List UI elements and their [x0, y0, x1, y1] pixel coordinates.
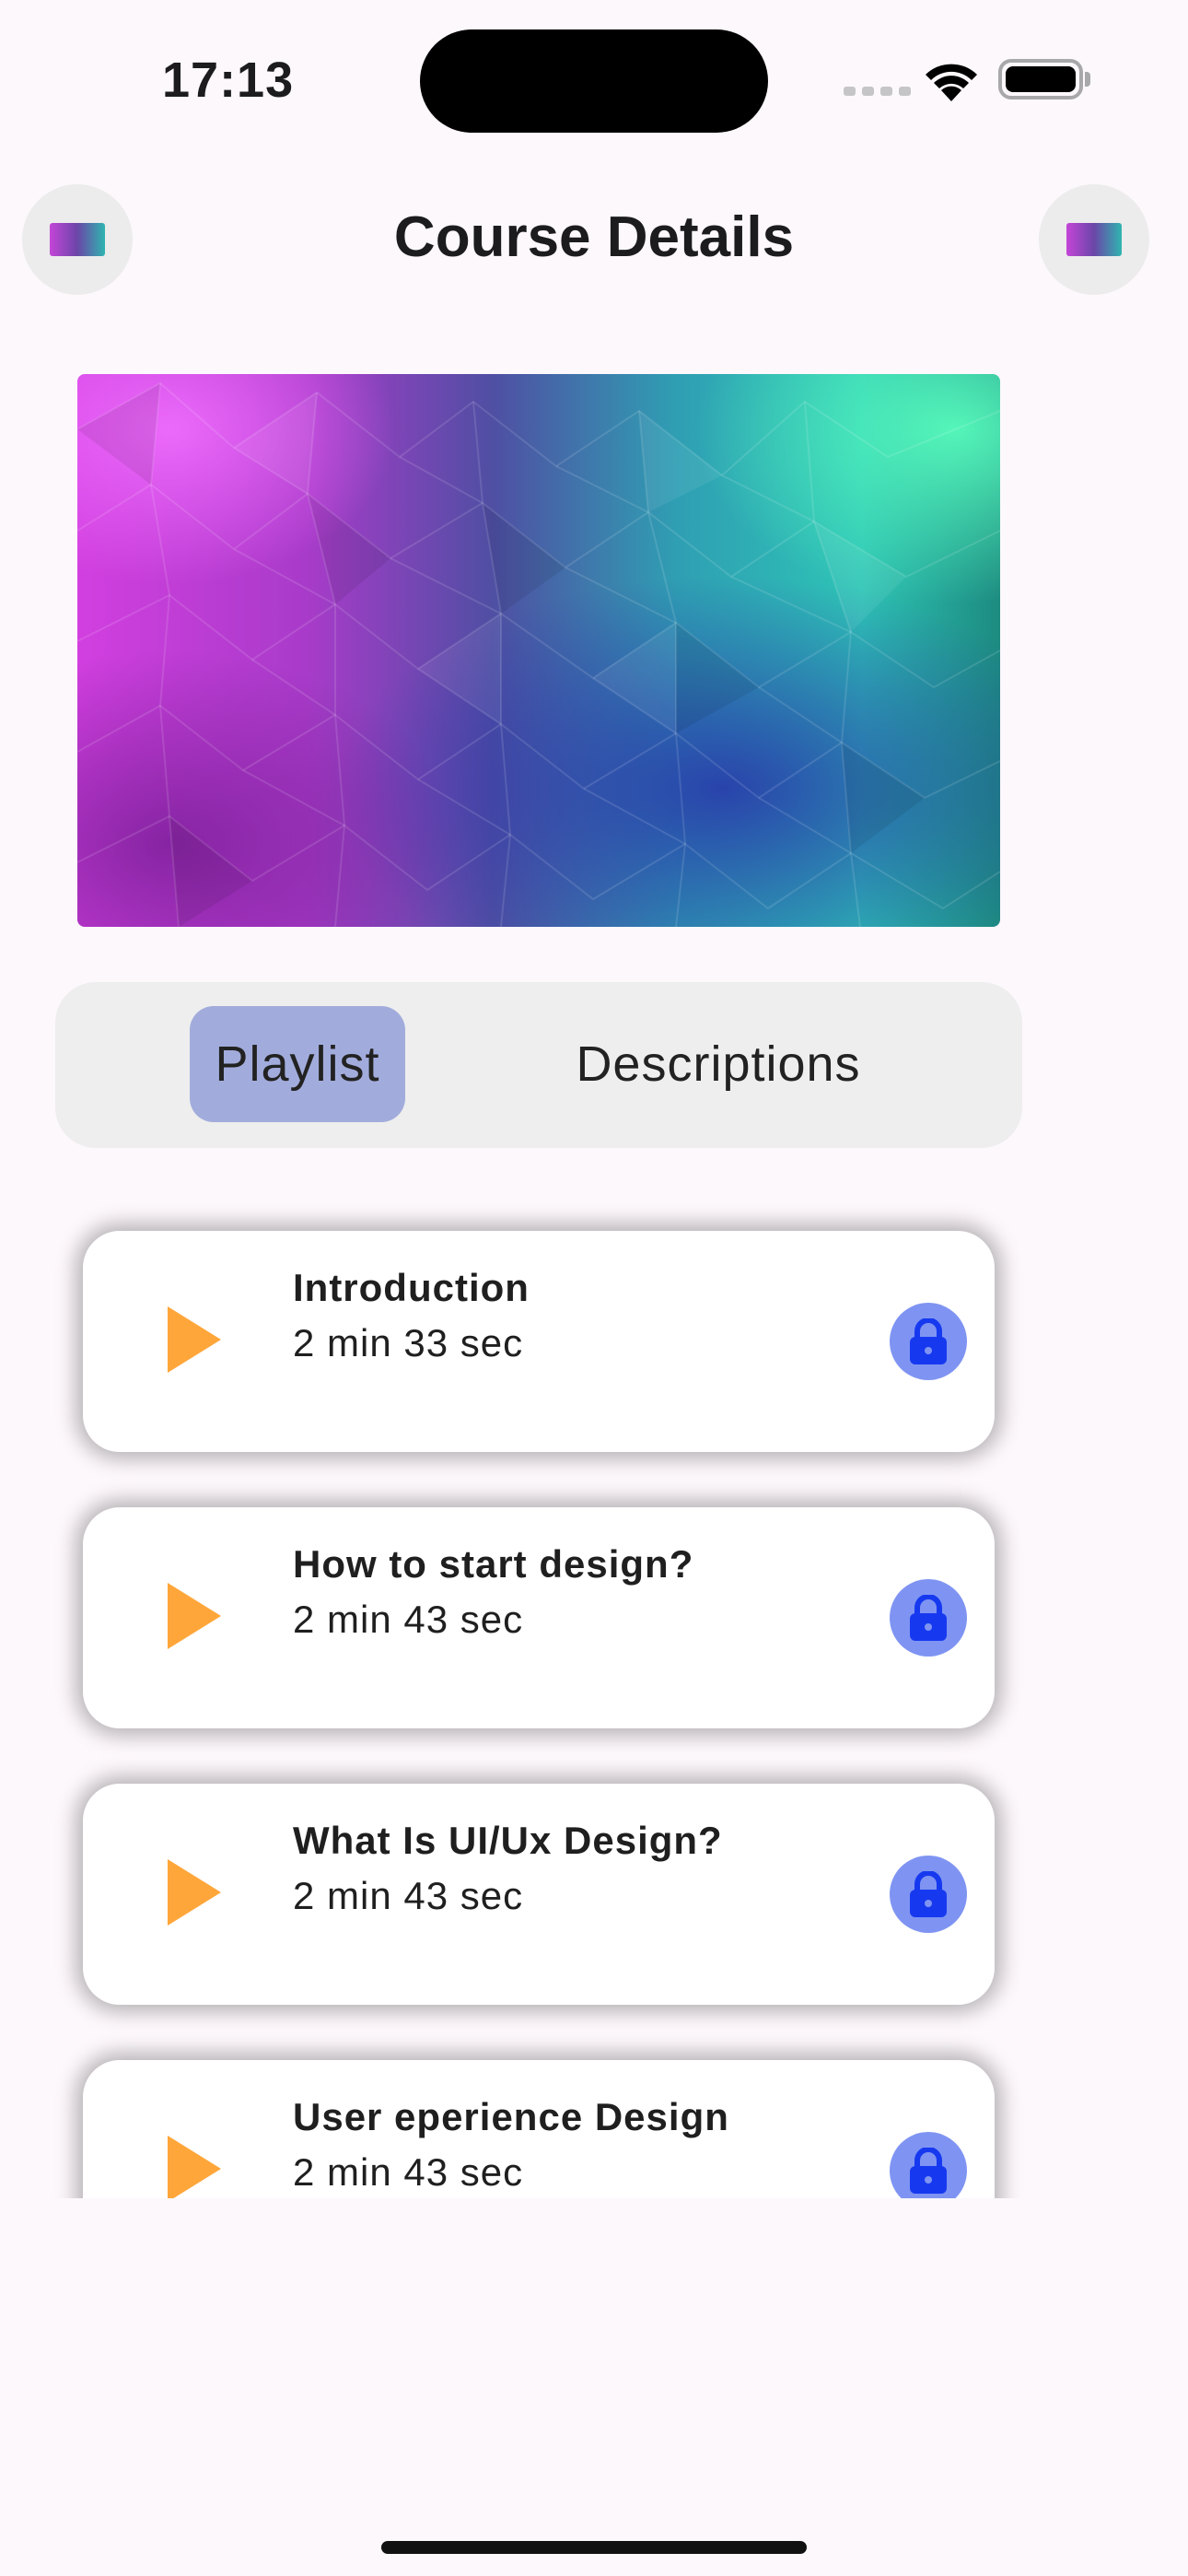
lock-icon: [890, 2132, 967, 2198]
lesson-title: User eperience Design: [293, 2095, 729, 2138]
lesson-duration: 2 min 43 sec: [293, 1598, 524, 1641]
lesson-duration: 2 min 33 sec: [293, 1321, 524, 1364]
dynamic-island: [420, 29, 768, 133]
wifi-icon: [926, 64, 977, 101]
tab-descriptions[interactable]: Descriptions: [543, 1006, 893, 1122]
lesson-duration: 2 min 43 sec: [293, 2150, 524, 2194]
playlist-item[interactable]: User eperience Design 2 min 43 sec: [83, 2060, 995, 2198]
playlist-list[interactable]: Introduction 2 min 33 sec How to start d…: [0, 1188, 1188, 2198]
lesson-title: How to start design?: [293, 1542, 694, 1586]
playlist-description-tabs: Playlist Descriptions: [55, 982, 1022, 1148]
play-icon[interactable]: [168, 1306, 221, 1373]
playlist-item[interactable]: How to start design? 2 min 43 sec: [83, 1507, 995, 1728]
tab-playlist[interactable]: Playlist: [190, 1006, 405, 1122]
lock-icon: [890, 1303, 967, 1380]
course-details-screen: 17:13 Course Details Playlist Descriptio…: [0, 0, 1188, 2576]
battery-icon: [998, 59, 1083, 100]
playlist-item[interactable]: Introduction 2 min 33 sec: [83, 1231, 995, 1452]
play-icon[interactable]: [168, 1859, 221, 1926]
lock-icon: [890, 1579, 967, 1657]
lesson-duration: 2 min 43 sec: [293, 1874, 524, 1917]
course-thumbnail-icon: [1066, 223, 1122, 256]
cellular-signal-icon: [844, 87, 911, 96]
battery-cap: [1085, 72, 1090, 87]
status-time: 17:13: [162, 53, 295, 108]
lesson-title: Introduction: [293, 1266, 530, 1309]
home-indicator[interactable]: [381, 2541, 807, 2554]
lesson-title: What Is UI/Ux Design?: [293, 1819, 723, 1862]
page-title: Course Details: [393, 205, 795, 269]
lock-icon: [890, 1856, 967, 1933]
course-banner-image: [77, 374, 1000, 927]
playlist-item[interactable]: What Is UI/Ux Design? 2 min 43 sec: [83, 1784, 995, 2005]
header-action-button[interactable]: [1039, 184, 1149, 295]
play-icon[interactable]: [168, 2136, 221, 2198]
play-icon[interactable]: [168, 1583, 221, 1649]
